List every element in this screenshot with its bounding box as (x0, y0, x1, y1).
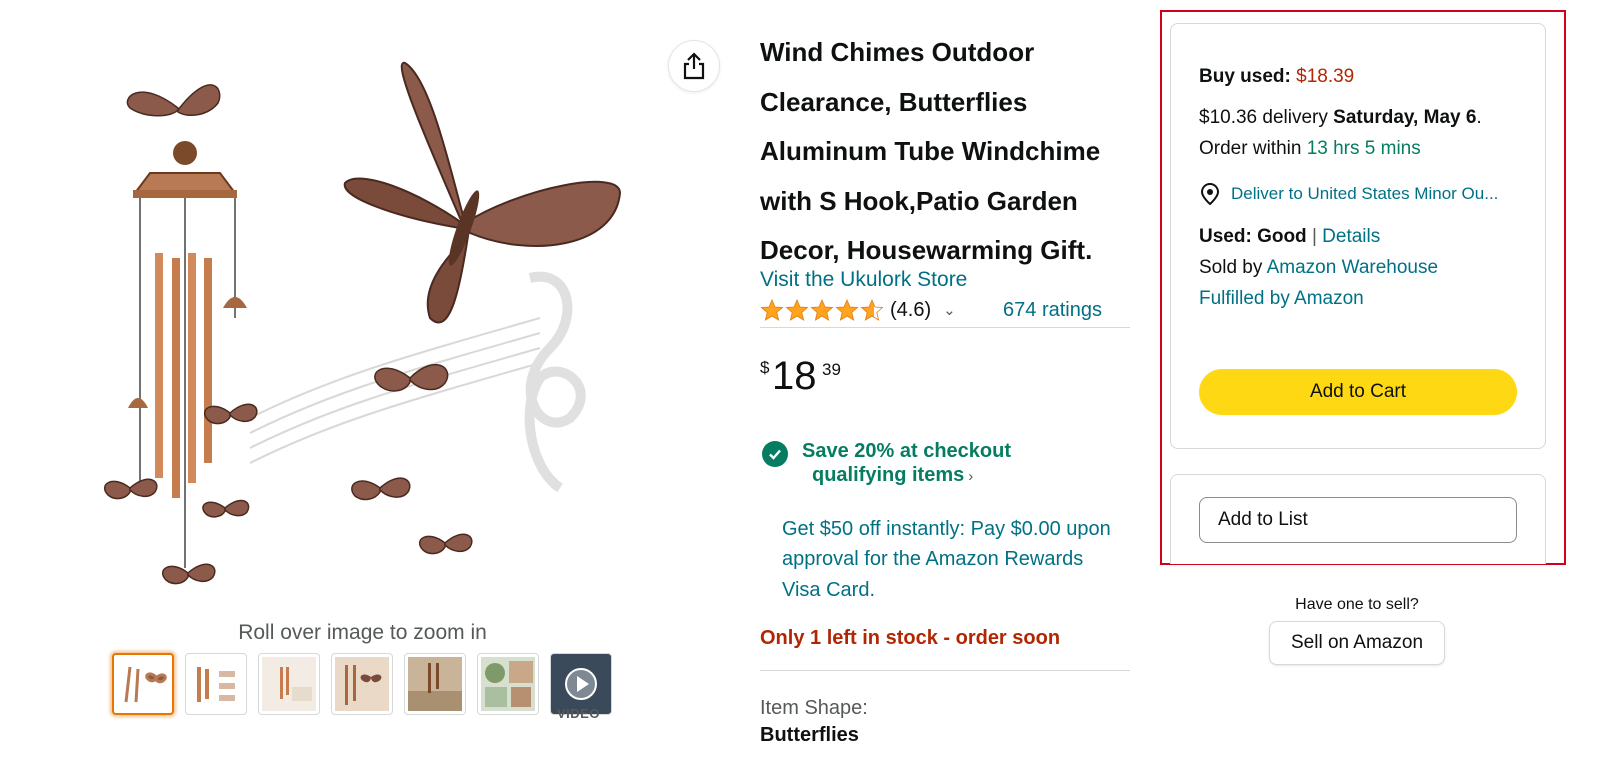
sell-on-amazon-button[interactable]: Sell on Amazon (1269, 621, 1445, 665)
coupon-text: Save 20% at checkout (802, 439, 1011, 462)
condition-label: Used: Good (1199, 226, 1307, 247)
add-to-cart-button[interactable]: Add to Cart (1199, 369, 1517, 415)
check-circle-icon (762, 440, 788, 467)
star-icon (810, 298, 834, 321)
coupon-qualifying-link[interactable]: qualifying items › (812, 464, 973, 487)
price-fraction: 39 (822, 359, 841, 379)
rating-value: (4.6) (890, 298, 932, 321)
share-icon (683, 52, 705, 80)
main-product-image[interactable] (100, 18, 640, 608)
details-link[interactable]: Details (1322, 226, 1380, 247)
sell-question: Have one to sell? (1295, 596, 1419, 613)
thumbnail-6[interactable] (477, 653, 539, 715)
thumbnail-1[interactable] (112, 653, 174, 715)
product-title: Wind Chimes Outdoor Clearance, Butterfli… (760, 37, 1101, 265)
share-button[interactable] (668, 40, 720, 92)
ratings-count-link[interactable]: 674 ratings (1003, 299, 1102, 322)
star-icon (835, 298, 859, 321)
delivery-info: $10.36 delivery Saturday, May 6. Order w… (1199, 102, 1519, 164)
thumbnail-3[interactable] (258, 653, 320, 715)
sold-by-label: Sold by (1199, 257, 1263, 278)
divider (760, 670, 1130, 671)
coupon[interactable]: Save 20% at checkout qualifying items › (760, 438, 1130, 498)
coupon-qualifying-label: qualifying items (812, 463, 965, 486)
price-symbol: $ (760, 357, 770, 377)
video-label: VIDEO (557, 706, 600, 721)
stock-status: Only 1 left in stock - order soon (760, 627, 1061, 649)
star-icon (760, 298, 784, 321)
butterfly-large (343, 61, 622, 324)
fulfilled-by-link[interactable]: Fulfilled by Amazon (1199, 288, 1364, 309)
thumbnail-4[interactable] (331, 653, 393, 715)
add-to-list-box: Add to List (1170, 474, 1546, 564)
buy-used-amount: $18.39 (1296, 66, 1355, 87)
deliver-to-text: Deliver to United States Minor Ou... (1231, 184, 1499, 203)
card-promo-link[interactable]: Get $50 off instantly: Pay $0.00 upon ap… (782, 514, 1112, 606)
price-whole: 18 (772, 353, 817, 398)
deliver-to-link[interactable]: Deliver to United States Minor Ou... (1199, 180, 1519, 207)
thumbnail-2[interactable] (185, 653, 247, 715)
image-gallery: Roll over image to zoom in VIDEO (100, 18, 640, 721)
chevron-right-icon: › (968, 467, 974, 485)
zoom-hint: Roll over image to zoom in (238, 621, 487, 644)
sold-by-link[interactable]: Amazon Warehouse (1267, 257, 1438, 278)
delivery-date: Saturday, May 6 (1333, 107, 1477, 128)
condition-info: Used: Good | Details Sold by Amazon Ware… (1199, 221, 1519, 314)
location-pin-icon (1200, 183, 1220, 205)
product-info: Wind Chimes Outdoor Clearance, Butterfli… (760, 28, 1130, 747)
chevron-down-icon[interactable]: ⌄ (943, 301, 956, 319)
condition-separator: | (1311, 226, 1317, 247)
star-rating[interactable] (760, 298, 884, 322)
star-icon (785, 298, 809, 321)
buy-used-price: Buy used: $18.39 (1199, 66, 1519, 88)
order-within-time: 13 hrs 5 mins (1306, 138, 1421, 159)
rating-row: (4.6) ⌄ 674 ratings (760, 298, 1130, 328)
buy-used-label: Buy used: (1199, 66, 1291, 87)
item-shape-value: Butterflies (760, 724, 859, 746)
price: $ 18 39 (760, 354, 1130, 404)
thumbnail-strip (112, 653, 612, 715)
buy-box: Buy used: $18.39 $10.36 delivery Saturda… (1170, 23, 1546, 449)
add-to-list-button[interactable]: Add to List (1199, 497, 1517, 543)
item-shape-label: Item Shape: (760, 697, 868, 719)
thumbnail-5[interactable] (404, 653, 466, 715)
delivery-fee: $10.36 delivery (1199, 107, 1328, 128)
star-half-icon (860, 298, 884, 321)
